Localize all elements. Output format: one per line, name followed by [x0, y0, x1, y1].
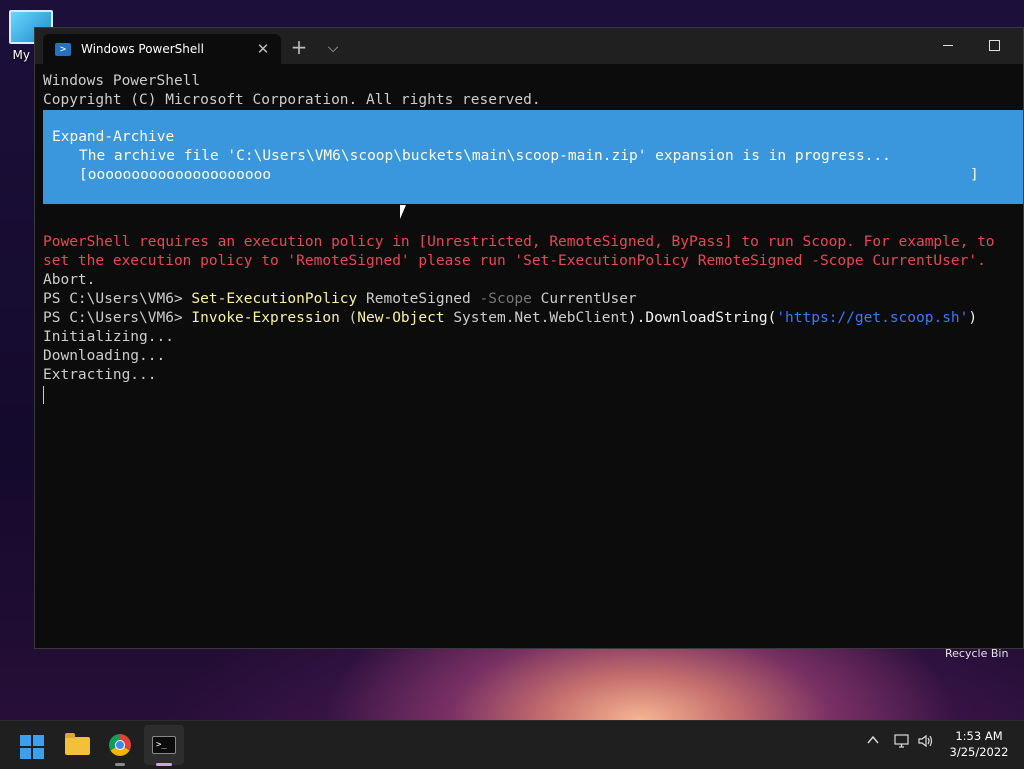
- folder-icon: [65, 733, 90, 755]
- command-punct: (: [339, 310, 358, 326]
- text-cursor: [43, 386, 44, 404]
- command-arg: System.Net.WebClient: [444, 310, 628, 326]
- maximize-button[interactable]: [971, 30, 1017, 60]
- taskbar-chrome[interactable]: [100, 725, 140, 766]
- command-line: PS C:\Users\VM6> Set-ExecutionPolicy Rem…: [43, 290, 637, 309]
- running-indicator: [115, 763, 125, 766]
- command-name: Invoke-Expression: [191, 310, 340, 326]
- powershell-icon: >: [55, 42, 71, 56]
- console-line: Initializing...: [43, 329, 174, 345]
- error-line: PowerShell requires an execution policy …: [43, 234, 995, 250]
- progress-panel: Expand-Archive The archive file 'C:\User…: [43, 110, 1023, 204]
- clock-date: 3/25/2022: [949, 745, 1009, 759]
- command-arg: CurrentUser: [531, 291, 637, 307]
- console-line: Windows PowerShell: [43, 73, 201, 89]
- progress-status: The archive file 'C:\Users\VM6\scoop\buc…: [79, 148, 891, 164]
- progress-activity: Expand-Archive: [52, 129, 175, 145]
- network-icon[interactable]: [893, 733, 911, 753]
- terminal-window: > Windows PowerShell ✕ + ⌵ Windows Power…: [34, 27, 1024, 649]
- taskbar-clock[interactable]: 1:53 AM 3/25/2022: [944, 728, 1014, 760]
- taskbar: >_ 1:53 AM 3/25/2022: [0, 720, 1024, 769]
- command-arg: RemoteSigned: [357, 291, 480, 307]
- chevron-up-icon[interactable]: [866, 733, 880, 751]
- mouse-pointer-icon: [400, 205, 406, 219]
- console-line: Copyright (C) Microsoft Corporation. All…: [43, 92, 541, 108]
- windows-logo-icon: [20, 735, 44, 759]
- taskbar-file-explorer[interactable]: [57, 725, 97, 765]
- start-button[interactable]: [12, 725, 52, 765]
- title-bar[interactable]: > Windows PowerShell ✕ + ⌵: [35, 28, 1023, 64]
- maximize-icon: [988, 39, 1000, 51]
- chrome-icon: [109, 734, 131, 756]
- new-tab-button[interactable]: +: [287, 36, 311, 60]
- console-output[interactable]: Windows PowerShell Copyright (C) Microso…: [35, 64, 1023, 648]
- command-punct: ).DownloadString(: [627, 310, 777, 326]
- command-string: 'https://get.scoop.sh': [776, 310, 969, 326]
- command-punct: ): [968, 310, 978, 326]
- tab-close-button[interactable]: ✕: [253, 39, 273, 59]
- command-name: New-Object: [357, 310, 445, 326]
- chevron-down-icon[interactable]: ⌵: [321, 36, 345, 60]
- active-indicator: [156, 763, 172, 766]
- tab-powershell[interactable]: > Windows PowerShell ✕: [43, 34, 281, 64]
- error-line: set the execution policy to 'RemoteSigne…: [43, 253, 986, 269]
- terminal-icon: >_: [152, 736, 176, 754]
- command-name: Set-ExecutionPolicy: [191, 291, 358, 307]
- minimize-button[interactable]: [925, 30, 971, 60]
- progress-bar-end: ]: [970, 167, 979, 183]
- prompt: PS C:\Users\VM6>: [43, 310, 192, 326]
- command-line: PS C:\Users\VM6> Invoke-Expression (New-…: [43, 309, 977, 328]
- tab-title: Windows PowerShell: [81, 42, 204, 56]
- minimize-icon: [943, 44, 953, 46]
- console-line: Extracting...: [43, 367, 157, 383]
- prompt: PS C:\Users\VM6>: [43, 291, 192, 307]
- volume-icon[interactable]: [917, 733, 935, 753]
- console-line: Downloading...: [43, 348, 166, 364]
- taskbar-terminal[interactable]: >_: [144, 725, 184, 766]
- console-line: Abort.: [43, 272, 96, 288]
- command-param: -Scope: [479, 291, 532, 307]
- progress-bar: [ooooooooooooooooooooo: [79, 167, 272, 183]
- clock-time: 1:53 AM: [955, 729, 1003, 743]
